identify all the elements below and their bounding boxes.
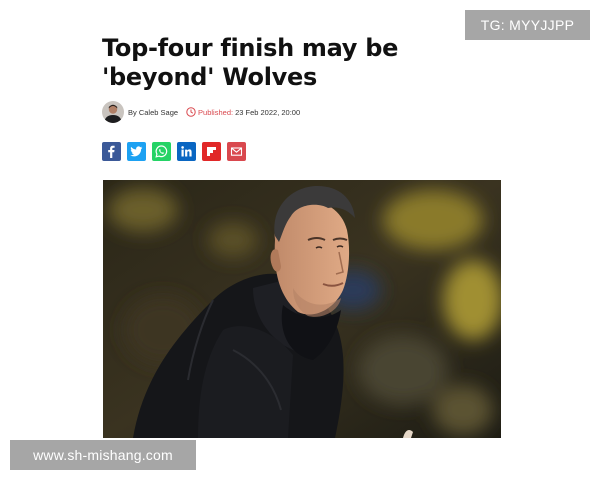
share-whatsapp-button[interactable] — [152, 142, 171, 161]
share-bar — [102, 142, 246, 161]
flipboard-icon — [207, 147, 216, 156]
article-title: Top-four finish may be 'beyond' Wolves — [102, 34, 399, 91]
author-avatar[interactable] — [102, 101, 124, 123]
author-name[interactable]: By Caleb Sage — [128, 108, 178, 117]
facebook-icon — [108, 145, 115, 158]
clock-icon — [186, 107, 196, 117]
twitter-icon — [130, 146, 143, 157]
whatsapp-icon — [155, 145, 168, 158]
share-email-button[interactable] — [227, 142, 246, 161]
site-watermark: www.sh-mishang.com — [10, 440, 196, 470]
published-date: 23 Feb 2022, 20:00 — [235, 107, 301, 117]
article-hero-image — [103, 180, 501, 438]
linkedin-icon — [181, 146, 192, 157]
share-facebook-button[interactable] — [102, 142, 121, 161]
email-icon — [230, 147, 243, 156]
share-linkedin-button[interactable] — [177, 142, 196, 161]
telegram-watermark: TG: MYYJJPP — [465, 10, 590, 40]
byline: By Caleb Sage Published: 23 Feb 2022, 20… — [102, 100, 300, 124]
share-flipboard-button[interactable] — [202, 142, 221, 161]
published-label: Published: — [198, 107, 234, 117]
share-twitter-button[interactable] — [127, 142, 146, 161]
